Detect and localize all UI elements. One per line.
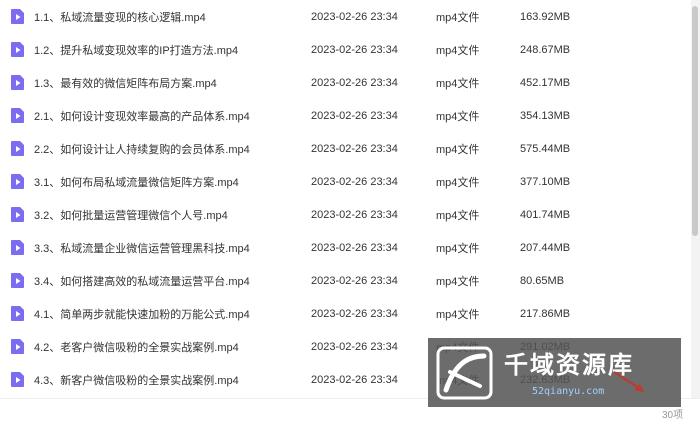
watermark-url: 52qianyu.com — [532, 386, 605, 397]
video-file-icon — [11, 108, 24, 123]
file-date: 2023-02-26 23:34 — [311, 274, 398, 287]
file-size: 80.65MB — [520, 274, 565, 287]
file-type: mp4文件 — [436, 275, 480, 288]
video-file-icon — [11, 42, 24, 57]
file-date: 2023-02-26 23:34 — [311, 76, 398, 89]
video-file-icon — [11, 207, 24, 222]
file-name: 3.1、如何布局私域流量微信矩阵方案.mp4 — [34, 176, 239, 189]
file-row[interactable]: 1.3、最有效的微信矩阵布局方案.mp4 2023-02-26 23:34 mp4文… — [0, 66, 690, 99]
scrollbar-thumb[interactable] — [692, 6, 698, 236]
video-file-icon — [11, 174, 24, 189]
file-row[interactable]: 3.3、私域流量企业微信运营管理黑科技.mp4 2023-02-26 23:34 m… — [0, 231, 690, 264]
file-date: 2023-02-26 23:34 — [311, 208, 398, 221]
video-file-icon — [11, 141, 24, 156]
video-file-icon — [11, 306, 24, 321]
file-date: 2023-02-26 23:34 — [311, 109, 398, 122]
file-name: 1.3、最有效的微信矩阵布局方案.mp4 — [34, 77, 217, 90]
file-size: 207.44MB — [520, 241, 571, 254]
file-row[interactable]: 2.1、如何设计变现效率最高的产品体系.mp4 2023-02-26 23:34 m… — [0, 99, 690, 132]
file-row[interactable]: 3.1、如何布局私域流量微信矩阵方案.mp4 2023-02-26 23:34 mp… — [0, 165, 690, 198]
file-name: 4.1、简单两步就能快速加粉的万能公式.mp4 — [34, 308, 250, 321]
file-name: 3.2、如何批量运营管理微信个人号.mp4 — [34, 209, 228, 222]
file-type: mp4文件 — [436, 110, 480, 123]
file-date: 2023-02-26 23:34 — [311, 307, 398, 320]
file-type: mp4文件 — [436, 176, 480, 189]
file-row[interactable]: 1.2、提升私域变现效率的IP打造方法.mp4 2023-02-26 23:34 m… — [0, 33, 690, 66]
file-date: 2023-02-26 23:34 — [311, 175, 398, 188]
file-size: 217.86MB — [520, 307, 571, 320]
file-row[interactable]: 1.1、私域流量变现的核心逻辑.mp4 2023-02-26 23:34 mp4文件… — [0, 0, 690, 33]
file-size: 452.17MB — [520, 76, 571, 89]
file-name: 1.2、提升私域变现效率的IP打造方法.mp4 — [34, 44, 239, 57]
file-name: 3.4、如何搭建高效的私域流量运营平台.mp4 — [34, 275, 250, 288]
file-type: mp4文件 — [436, 11, 480, 24]
watermark-logo-icon — [436, 346, 493, 400]
file-size: 354.13MB — [520, 109, 571, 122]
video-file-icon — [11, 372, 24, 387]
video-file-icon — [11, 339, 24, 354]
file-name: 3.3、私域流量企业微信运营管理黑科技.mp4 — [34, 242, 250, 255]
file-row[interactable]: 3.2、如何批量运营管理微信个人号.mp4 2023-02-26 23:34 mp4… — [0, 198, 690, 231]
file-row[interactable]: 4.1、简单两步就能快速加粉的万能公式.mp4 2023-02-26 23:34 m… — [0, 297, 690, 330]
file-row[interactable]: 3.4、如何搭建高效的私域流量运营平台.mp4 2023-02-26 23:34 m… — [0, 264, 690, 297]
file-type: mp4文件 — [436, 44, 480, 57]
file-type: mp4文件 — [436, 242, 480, 255]
file-name: 4.3、新客户微信吸粉的全景实战案例.mp4 — [34, 374, 239, 387]
item-count: 30项 — [662, 410, 684, 421]
file-type: mp4文件 — [436, 308, 480, 321]
file-size: 401.74MB — [520, 208, 571, 221]
watermark-arrow-icon — [613, 371, 644, 392]
file-date: 2023-02-26 23:34 — [311, 142, 398, 155]
file-name: 2.1、如何设计变现效率最高的产品体系.mp4 — [34, 110, 250, 123]
video-file-icon — [11, 273, 24, 288]
video-file-icon — [11, 9, 24, 24]
file-date: 2023-02-26 23:34 — [311, 373, 398, 386]
file-size: 248.67MB — [520, 43, 571, 56]
vertical-scrollbar[interactable] — [691, 0, 700, 398]
file-size: 575.44MB — [520, 142, 571, 155]
file-type: mp4文件 — [436, 209, 480, 222]
file-date: 2023-02-26 23:34 — [311, 241, 398, 254]
file-type: mp4文件 — [436, 143, 480, 156]
file-size: 377.10MB — [520, 175, 571, 188]
file-date: 2023-02-26 23:34 — [311, 43, 398, 56]
file-row[interactable]: 2.2、如何设计让人持续复购的会员体系.mp4 2023-02-26 23:34 m… — [0, 132, 690, 165]
file-type: mp4文件 — [436, 77, 480, 90]
file-name: 4.2、老客户微信吸粉的全景实战案例.mp4 — [34, 341, 239, 354]
file-size: 163.92MB — [520, 10, 571, 23]
video-file-icon — [11, 75, 24, 90]
file-name: 2.2、如何设计让人持续复购的会员体系.mp4 — [34, 143, 250, 156]
video-file-icon — [11, 240, 24, 255]
file-date: 2023-02-26 23:34 — [311, 10, 398, 23]
file-date: 2023-02-26 23:34 — [311, 340, 398, 353]
file-name: 1.1、私域流量变现的核心逻辑.mp4 — [34, 11, 206, 24]
